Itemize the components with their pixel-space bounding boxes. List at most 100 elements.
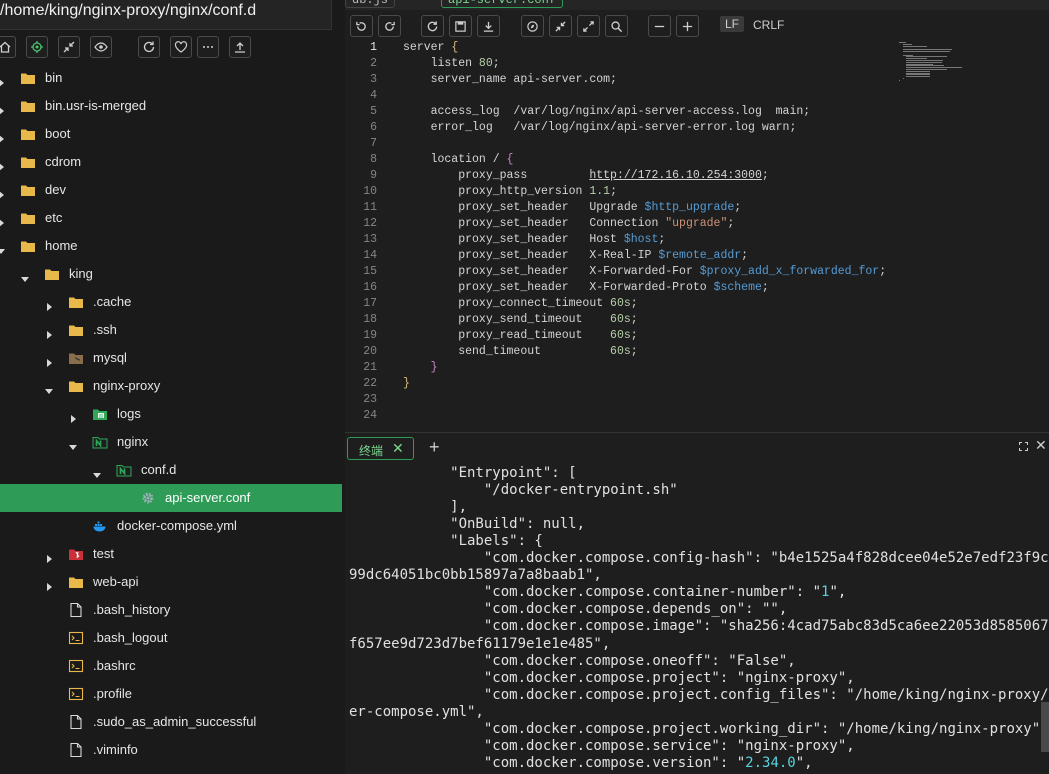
tree-item[interactable]: api-server.conf [0,484,342,512]
tree-item[interactable]: cdrom [0,148,342,176]
chevron-down-icon[interactable] [0,242,5,254]
line-number: 16 [363,281,377,294]
tree-item[interactable]: docker-compose.yml [0,512,342,540]
line-number: 10 [363,185,377,198]
tree-item[interactable]: bin [0,64,342,92]
line-number: 11 [363,201,377,214]
refresh-button[interactable] [421,15,444,37]
collapse-button[interactable] [549,15,572,37]
path-bar[interactable]: /home/king/nginx-proxy/nginx/conf.d [0,0,332,30]
code-token: proxy_pass [403,169,590,182]
tree-item[interactable]: mysql [0,344,342,372]
chevron-down-icon[interactable] [93,466,101,478]
terminal-token: er-compose.yml", [349,703,484,720]
expand-button[interactable] [577,15,600,37]
close-icon[interactable]: ✕ [392,440,404,457]
tree-item[interactable]: dev [0,176,342,204]
tree-item[interactable]: nginx-proxy [0,372,342,400]
add-terminal-icon[interactable]: + [429,437,440,458]
tree-item[interactable]: .bash_history [0,596,342,624]
home-button[interactable] [0,36,16,58]
tree-item[interactable]: .ssh [0,316,342,344]
terminal-line: "com.docker.compose.version": "2.34.0", [349,755,813,772]
terminal-line: "com.docker.compose.project.config_files… [349,687,1049,704]
tree-item-label: etc [45,210,63,225]
eye-button[interactable] [90,36,112,58]
chevron-down-icon[interactable] [21,270,29,282]
lf-toggle[interactable]: LF [720,16,745,32]
tree-item-label: .bash_logout [93,630,168,645]
close-panel-icon[interactable]: ✕ [1035,437,1047,454]
collapse-icon [555,21,566,32]
chevron-right-icon[interactable] [69,410,77,423]
chevron-down-icon[interactable] [45,382,53,394]
collapse-button[interactable] [58,36,80,58]
chevron-right-icon[interactable] [0,74,5,87]
code-token: proxy_set_header Host [403,233,624,246]
chevron-right-icon[interactable] [45,326,53,339]
redo-button[interactable] [378,15,401,37]
tree-item[interactable]: logs [0,400,342,428]
tree-item[interactable]: .sudo_as_admin_successful [0,708,342,736]
chevron-down-icon[interactable] [69,438,77,450]
tree-item[interactable]: .bash_logout [0,624,342,652]
explorer-toolbar [0,36,345,60]
tree-item[interactable]: bin.usr-is-merged [0,92,342,120]
editor-tab[interactable]: api-server.conf [441,0,564,8]
chevron-right-icon[interactable] [45,354,53,367]
tree-item[interactable]: boot [0,120,342,148]
chevron-right-icon[interactable] [45,298,53,311]
chevron-right-icon[interactable] [0,214,5,227]
download-button[interactable] [477,15,500,37]
save-button[interactable] [449,15,472,37]
target-button[interactable] [26,36,48,58]
tree-item[interactable]: conf.d [0,456,342,484]
format-button[interactable] [521,15,544,37]
chevron-right-icon[interactable] [45,578,53,591]
editor-tab-bar: db.js api-server.conf [345,0,1049,10]
search-button[interactable] [605,15,628,37]
minimap-line [902,51,951,52]
tree-item[interactable]: home [0,232,342,260]
undo-button[interactable] [350,15,373,37]
minimap[interactable] [899,42,989,86]
crlf-toggle[interactable]: CRLF [753,18,784,32]
tree-item[interactable]: .profile [0,680,342,708]
zoom-in-button[interactable] [676,15,699,37]
file-explorer-panel: /home/king/nginx-proxy/nginx/conf.d bin b… [0,0,345,774]
refresh-button[interactable] [138,36,160,58]
upload-button[interactable] [229,36,251,58]
tree-item[interactable]: .viminfo [0,736,342,764]
heart-button[interactable] [170,36,192,58]
nginx-folder-icon [92,434,108,450]
code-editor[interactable]: 1 2 3 4 5 6 7 8 9 10 11 12 13 14 15 16 17 18 19 20 21 22 23 24 … [345,40,1049,430]
chevron-right-icon[interactable] [45,550,53,563]
tree-item-label: .profile [93,686,133,701]
upload-icon [235,42,245,53]
more-button[interactable] [197,36,219,58]
terminal-scrollbar[interactable] [1041,702,1049,752]
maximize-icon[interactable] [1019,442,1028,451]
tree-item[interactable]: king [0,260,342,288]
tree-item[interactable]: test [0,540,342,568]
terminal-output[interactable]: "Entrypoint": [ "/docker-entrypoint.sh" … [345,462,1049,774]
editor-tab[interactable]: db.js [345,0,396,8]
code-token: proxy_set_header X-Real-IP [403,249,659,262]
chevron-right-icon[interactable] [0,158,5,171]
chevron-right-icon[interactable] [0,186,5,199]
tree-item[interactable]: .cache [0,288,342,316]
code-line: location / { [403,152,514,168]
tree-item[interactable]: web-api [0,568,342,596]
terminal-line: "OnBuild": null, [349,516,585,533]
tree-item[interactable]: .bashrc [0,652,342,680]
code-token: http://172.16.10.254:3000 [589,169,762,182]
current-path: /home/king/nginx-proxy/nginx/conf.d [0,2,257,19]
zoom-out-button[interactable] [648,15,671,37]
tree-item[interactable]: nginx [0,428,342,456]
terminal-tab[interactable]: 终端 ✕ [347,437,414,460]
tree-item[interactable]: etc [0,204,342,232]
chevron-right-icon[interactable] [0,102,5,115]
tree-item-label: .sudo_as_admin_successful [93,714,257,729]
chevron-right-icon[interactable] [0,130,5,143]
code-line: proxy_set_header X-Forwarded-Proto $sche… [403,280,769,296]
